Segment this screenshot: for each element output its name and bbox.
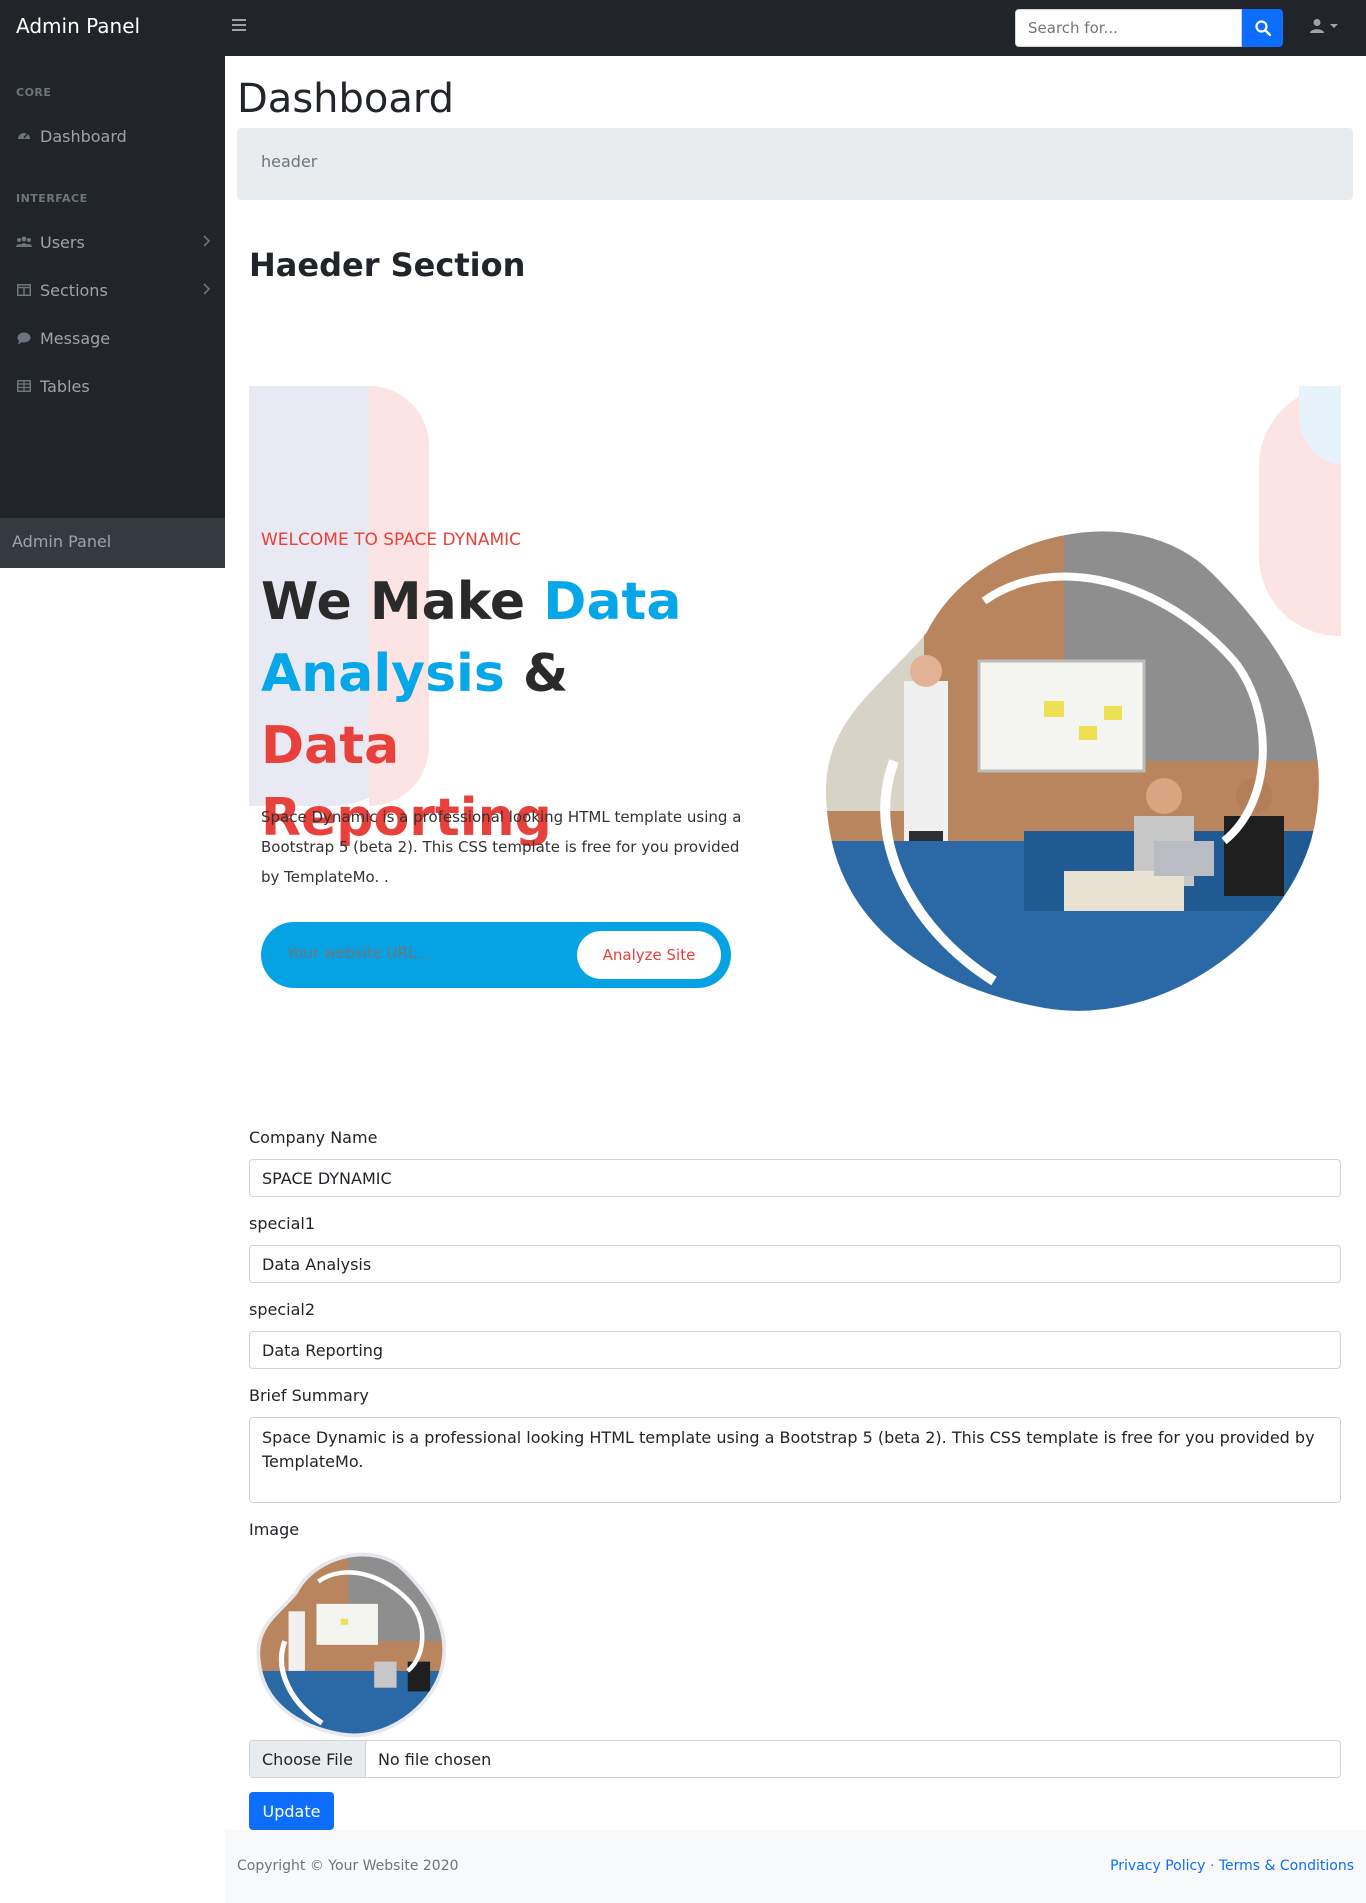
hero-welcome-text: WELCOME TO SPACE DYNAMIC — [261, 530, 521, 550]
search-form — [1015, 9, 1283, 47]
sidebar-item-label: Message — [40, 328, 111, 348]
special1-value: Data Analysis — [262, 1254, 372, 1274]
sidebar-item-message[interactable]: Message — [16, 326, 211, 350]
tachometer-icon — [16, 128, 32, 144]
sidebar-item-tables[interactable]: Tables — [16, 374, 211, 398]
headline-word: We — [261, 572, 352, 632]
special2-input[interactable]: Data Reporting — [249, 1331, 1341, 1369]
headline-word: Data — [261, 716, 400, 776]
users-icon — [16, 234, 32, 250]
comment-icon — [16, 330, 32, 346]
search-input[interactable] — [1015, 9, 1242, 47]
website-url-input[interactable] — [287, 944, 547, 962]
brand-title[interactable]: Admin Panel — [16, 14, 140, 38]
sidebar-item-label: Dashboard — [40, 126, 127, 146]
sidebar-item-label: Sections — [40, 280, 108, 300]
brief-summary-label: Brief Summary — [249, 1386, 369, 1405]
columns-icon — [16, 282, 32, 298]
copyright-text: Copyright © Your Website 2020 — [237, 1858, 459, 1874]
sidebar-item-dashboard[interactable]: Dashboard — [16, 124, 211, 148]
sidebar-item-label: Tables — [40, 376, 90, 396]
image-preview-thumbnail — [256, 1552, 447, 1738]
breadcrumb-item: header — [261, 152, 318, 171]
image-label: Image — [249, 1520, 300, 1539]
breadcrumb: header — [237, 128, 1353, 200]
brief-summary-textarea[interactable]: Space Dynamic is a professional looking … — [249, 1417, 1341, 1503]
user-icon — [1310, 19, 1324, 33]
company-name-input[interactable]: SPACE DYNAMIC — [249, 1159, 1341, 1197]
choose-file-button[interactable]: Choose File — [250, 1741, 366, 1777]
user-dropdown[interactable] — [1309, 18, 1339, 34]
headline-word: Data — [543, 572, 682, 632]
footer-separator: · — [1209, 1858, 1215, 1874]
file-status-text: No file chosen — [377, 1749, 492, 1769]
headline-word: Make — [369, 572, 526, 632]
hero-team-photo — [819, 525, 1325, 1017]
special2-label: special2 — [249, 1300, 316, 1319]
sidebar-toggle-icon[interactable] — [232, 16, 250, 34]
url-analyze-form: Analyze Site — [261, 922, 731, 988]
brief-summary-value: Space Dynamic is a professional looking … — [262, 1428, 1315, 1471]
chevron-right-icon — [203, 283, 211, 295]
sidebar-item-label: Users — [40, 232, 85, 252]
headline-word: & — [522, 644, 569, 704]
update-button[interactable]: Update — [249, 1792, 334, 1830]
special1-input[interactable]: Data Analysis — [249, 1245, 1341, 1283]
privacy-policy-link[interactable]: Privacy Policy — [1110, 1858, 1205, 1874]
sidebar-item-sections[interactable]: Sections — [16, 278, 211, 302]
chevron-right-icon — [203, 235, 211, 247]
sidebar: CORE Dashboard INTERFACE Users Sections … — [0, 56, 225, 568]
top-navbar: Admin Panel — [0, 0, 1366, 56]
headline-word: Analysis — [261, 644, 505, 704]
table-icon — [16, 378, 32, 394]
company-name-value: SPACE DYNAMIC — [262, 1168, 392, 1188]
sidebar-item-users[interactable]: Users — [16, 230, 211, 254]
section-title: Haeder Section — [249, 246, 526, 284]
image-file-input[interactable]: Choose File No file chosen — [249, 1740, 1341, 1778]
analyze-site-button[interactable]: Analyze Site — [577, 931, 721, 979]
terms-conditions-link[interactable]: Terms & Conditions — [1219, 1858, 1354, 1874]
special2-value: Data Reporting — [262, 1340, 384, 1360]
page-title: Dashboard — [237, 76, 455, 122]
caret-down-icon — [1330, 24, 1338, 28]
search-button[interactable] — [1242, 9, 1283, 47]
page-footer: Copyright © Your Website 2020 Privacy Po… — [225, 1830, 1366, 1903]
sidebar-heading-interface: INTERFACE — [16, 192, 88, 205]
footer-links: Privacy Policy · Terms & Conditions — [1110, 1858, 1354, 1874]
special1-label: special1 — [249, 1214, 316, 1233]
company-name-label: Company Name — [249, 1128, 378, 1147]
sidebar-heading-core: CORE — [16, 86, 52, 99]
sidebar-footer: Admin Panel — [0, 518, 225, 568]
hero-description: Space Dynamic is a professional looking … — [261, 808, 742, 886]
search-icon — [1254, 20, 1271, 36]
hero-preview: WELCOME TO SPACE DYNAMIC We Make Data An… — [249, 386, 1341, 1026]
